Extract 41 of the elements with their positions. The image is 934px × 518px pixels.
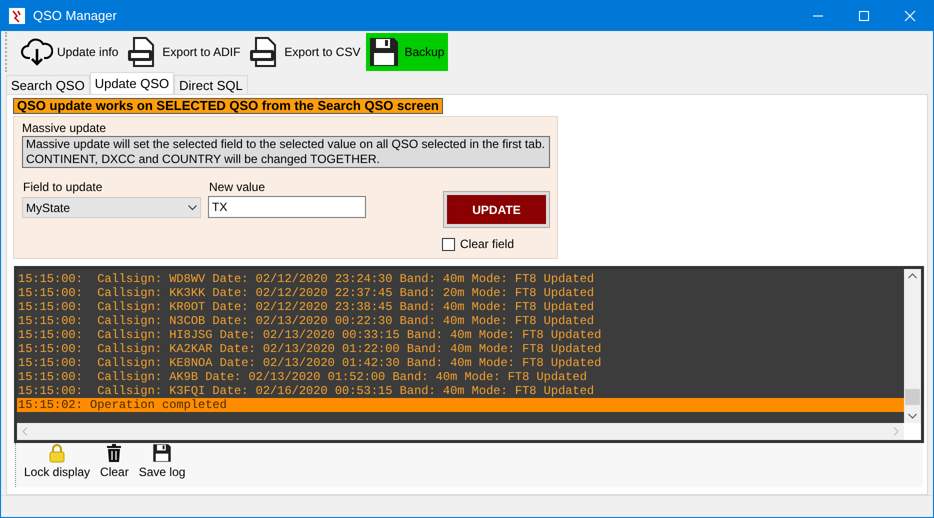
log-toolbar-button[interactable]: Clear: [100, 443, 129, 481]
description-text: Massive update will set the selected field to the selected value on all QSO selected in the first tab. CONTINENT, DXCC and COUNTRY will be changed TOGETHER.: [22, 136, 550, 168]
log-line: 15:15:00: Callsign: AK9B Date: 02/13/2020 01:52:00 Band: 40m Mode: FT8 Updated: [17, 370, 588, 384]
log-line: 15:15:00: Callsign: KE8NOA Date: 02/13/2020 01:42:30 Band: 40m Mode: FT8 Updated: [17, 356, 602, 370]
padlock-icon: [47, 443, 68, 463]
horizontal-scrollbar[interactable]: [17, 423, 904, 440]
log-toolbar-button[interactable]: Lock display: [24, 443, 90, 481]
field-dropdown[interactable]: MyState: [22, 197, 201, 218]
warning-banner: QSO update works on SELECTED QSO from the Search QSO screen: [13, 98, 443, 114]
field-label: Field to update: [23, 179, 102, 196]
log-line: 15:15:00: Callsign: N3COB Date: 02/13/2020 00:22:30 Band: 40m Mode: FT8 Updated: [17, 314, 596, 328]
toolbar-button[interactable]: Backup: [366, 33, 448, 71]
log-line: 15:15:00: Callsign: WD8WV Date: 02/12/2020 23:24:30 Band: 40m Mode: FT8 Updated: [17, 272, 596, 286]
cloud-download-icon: [21, 36, 53, 68]
log-toolbar-button[interactable]: Save log: [138, 443, 186, 481]
clear-field-label: Clear field: [460, 236, 514, 253]
app-icon: [9, 8, 25, 24]
clear-field-checkbox[interactable]: [442, 238, 455, 250]
log-line: 15:15:00: Callsign: KR0OT Date: 02/12/2020 23:38:45 Band: 40m Mode: FT8 Updated: [17, 300, 596, 314]
tab[interactable]: Search QSO: [6, 75, 90, 94]
scroll-thumb[interactable]: [905, 389, 920, 405]
log-line: 15:15:00: Callsign: HI8JSG Date: 02/13/2020 00:33:15 Band: 40m Mode: FT8 Updated: [17, 328, 602, 342]
toolbar-button[interactable]: Export to CSV: [246, 33, 364, 71]
group-title: Massive update: [22, 120, 106, 137]
tab[interactable]: Update QSO: [90, 72, 174, 94]
scroll-left-icon[interactable]: [22, 427, 28, 436]
log-line: 15:15:00: Callsign: KK3KK Date: 02/12/2020 22:37:45 Band: 20m Mode: FT8 Updated: [17, 286, 596, 300]
scroll-up-icon[interactable]: [908, 273, 917, 279]
window-title: QSO Manager: [33, 7, 117, 26]
tab[interactable]: Direct SQL: [174, 75, 248, 94]
toolbar-button[interactable]: Export to ADIF: [124, 33, 244, 71]
value-label: New value: [209, 179, 266, 196]
vertical-scrollbar[interactable]: [904, 269, 921, 423]
scroll-right-icon[interactable]: [893, 427, 899, 436]
chevron-down-icon: [188, 204, 197, 210]
scroll-down-icon[interactable]: [908, 413, 917, 419]
log-line: 15:15:00: Callsign: KA2KAR Date: 02/13/2020 01:22:00 Band: 40m Mode: FT8 Updated: [17, 342, 602, 356]
update-button[interactable]: UPDATE: [444, 192, 549, 227]
value-input[interactable]: TX: [208, 196, 366, 218]
toolbar-button[interactable]: Update info: [19, 33, 122, 71]
log-line: 15:15:00: Callsign: K3FQI Date: 02/16/2020 00:53:15 Band: 40m Mode: FT8 Updated: [17, 384, 596, 398]
